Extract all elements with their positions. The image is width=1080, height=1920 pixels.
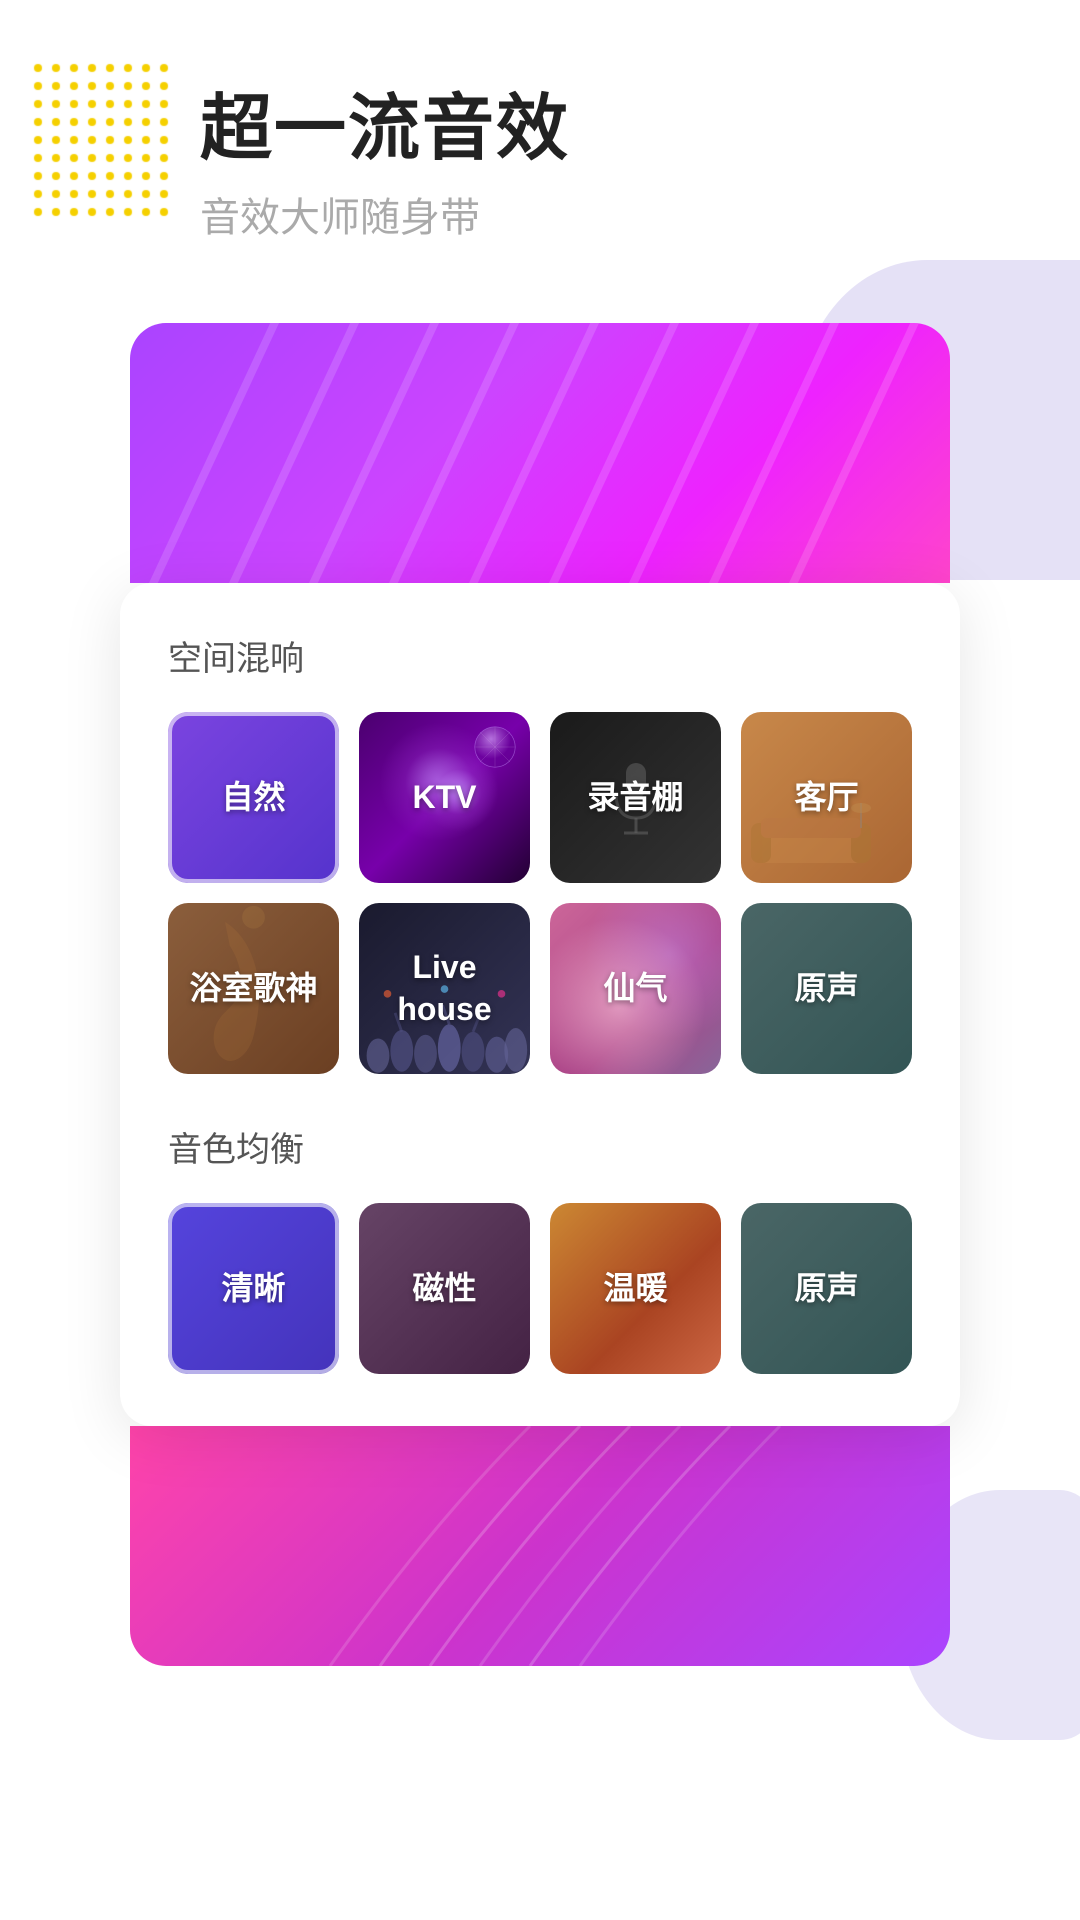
tile-label-livingroom: 客厅: [794, 777, 858, 819]
tile-label-bathroom: 浴室歌神: [189, 968, 317, 1010]
tile-label-fairy: 仙气: [603, 968, 667, 1010]
effect-tile-livingroom[interactable]: 客厅: [741, 712, 912, 883]
effect-tile-ktv[interactable]: KTV: [359, 712, 530, 883]
tile-label-warm: 温暖: [603, 1268, 667, 1310]
effect-tile-ziran[interactable]: 自然: [168, 712, 339, 883]
header-section: 超一流音效 音效大师随身带: [0, 0, 1080, 283]
effect-tile-studio[interactable]: 录音棚: [550, 712, 721, 883]
equalizer-grid: 清晰 磁性 温暖 原声: [168, 1203, 912, 1374]
effect-tile-livehouse[interactable]: Live house: [359, 903, 530, 1074]
effect-tile-clear[interactable]: 清晰: [168, 1203, 339, 1374]
page-title: 超一流音效: [200, 90, 1020, 169]
page-subtitle: 音效大师随身带: [200, 185, 1020, 243]
tile-label-ktv: KTV: [413, 777, 477, 819]
effect-tile-original[interactable]: 原声: [741, 903, 912, 1074]
tile-label-studio: 录音棚: [587, 777, 683, 819]
tile-label-ziran: 自然: [221, 777, 285, 819]
effect-tile-fairy[interactable]: 仙气: [550, 903, 721, 1074]
reverb-section-label: 空间混响: [168, 631, 912, 680]
tile-label-livehouse: Live house: [397, 947, 491, 1030]
tile-label-original2: 原声: [794, 1268, 858, 1310]
main-panel: 空间混响 自然: [120, 583, 960, 1426]
bottom-decoration-card: [130, 1426, 950, 1666]
reverb-grid: 自然: [168, 712, 912, 1074]
effect-tile-bathroom[interactable]: 浴室歌神: [168, 903, 339, 1074]
top-decoration-card: [130, 323, 950, 583]
effect-tile-warm[interactable]: 温暖: [550, 1203, 721, 1374]
bottom-card-stripes: [130, 1426, 950, 1666]
equalizer-section-label: 音色均衡: [168, 1122, 912, 1171]
tile-label-clear: 清晰: [221, 1268, 285, 1310]
top-card-stripes: [130, 323, 950, 583]
effect-tile-original2[interactable]: 原声: [741, 1203, 912, 1374]
tile-label-magnetic: 磁性: [412, 1268, 476, 1310]
tile-label-original: 原声: [794, 968, 858, 1010]
effect-tile-magnetic[interactable]: 磁性: [359, 1203, 530, 1374]
